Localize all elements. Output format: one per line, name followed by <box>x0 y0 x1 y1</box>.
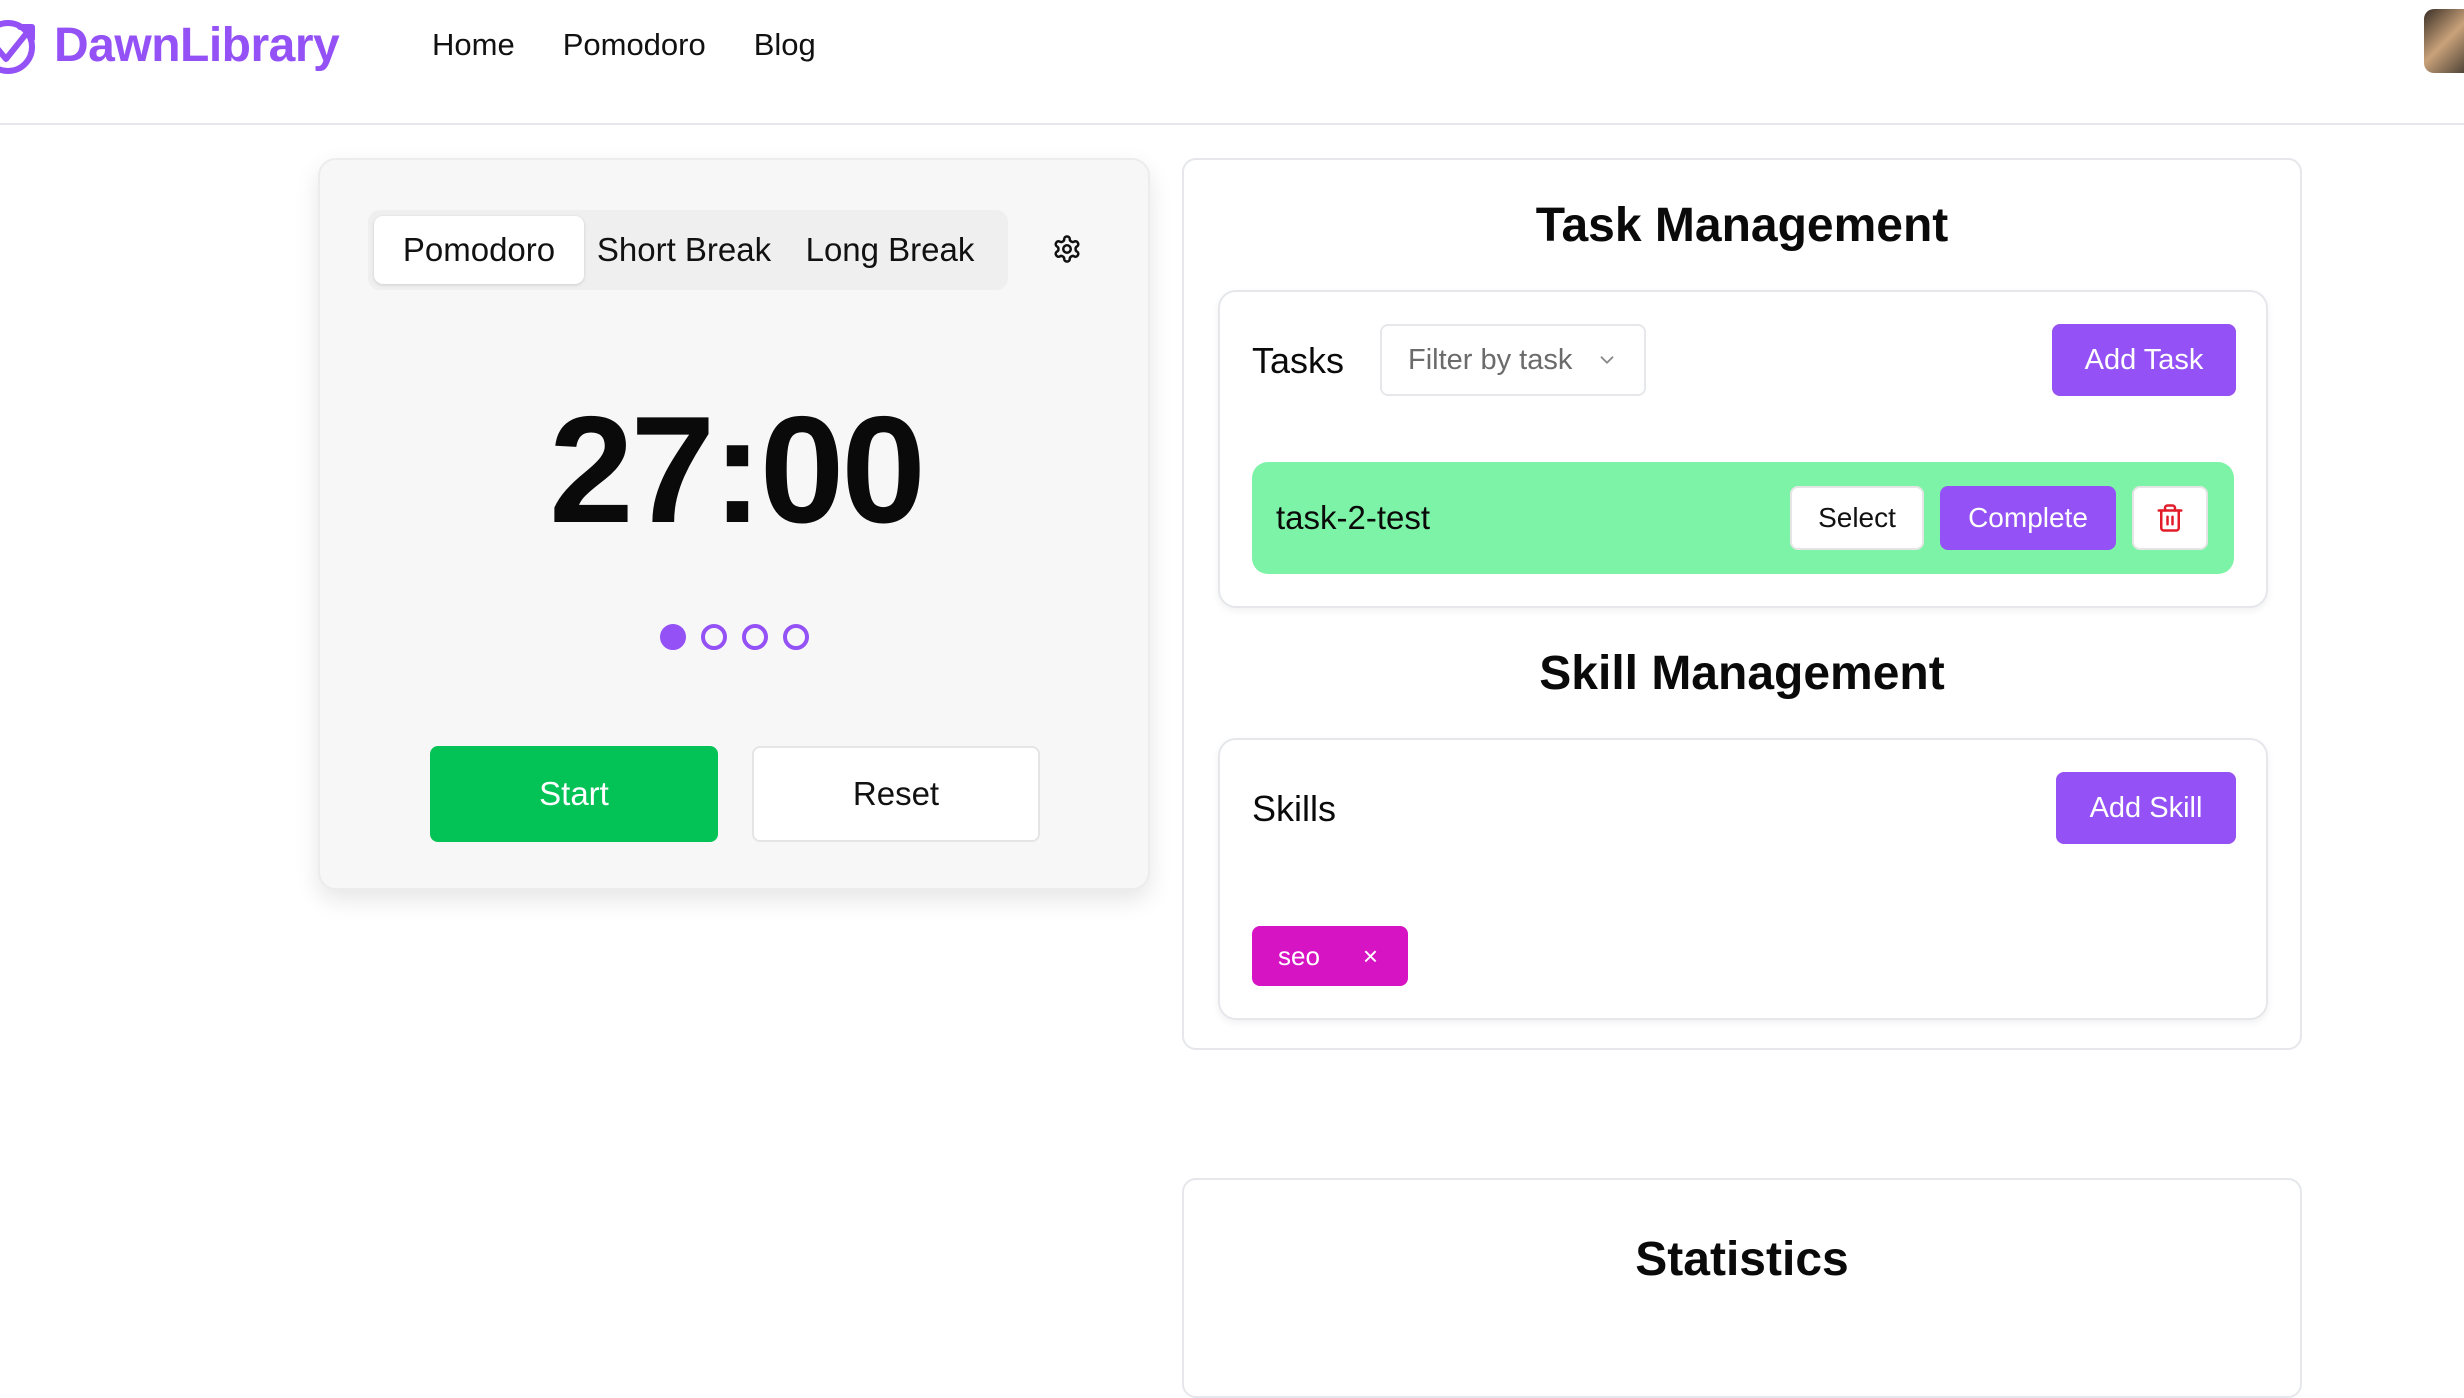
brand-name: DawnLibrary <box>54 18 340 72</box>
add-skill-button[interactable]: Add Skill <box>2056 772 2236 844</box>
skill-management-title: Skill Management <box>1539 647 1945 700</box>
task-row: task-2-test Select Complete <box>1252 462 2234 574</box>
clock-arrow-icon <box>0 20 35 74</box>
delete-task-button[interactable] <box>2132 486 2208 550</box>
management-panel: Task Management Tasks Filter by task Add… <box>1182 158 2302 1050</box>
skill-tag: seo × <box>1252 926 1408 986</box>
task-management-title: Task Management <box>1535 199 1949 252</box>
tasks-label: Tasks <box>1252 340 1345 381</box>
statistics-title: Statistics <box>1635 1233 1849 1286</box>
start-button[interactable]: Start <box>430 746 718 842</box>
tasks-card: Tasks Filter by task Add Task task-2-tes… <box>1218 290 2268 608</box>
task-name: task-2-test <box>1276 499 1431 536</box>
main-nav: Home Pomodoro Blog <box>432 22 816 68</box>
skills-label: Skills <box>1252 788 1337 829</box>
tab-pomodoro[interactable]: Pomodoro <box>374 216 584 284</box>
add-task-button[interactable]: Add Task <box>2052 324 2236 396</box>
timer-mode-tabs: Pomodoro Short Break Long Break <box>368 210 1008 290</box>
complete-task-button[interactable]: Complete <box>1940 486 2116 550</box>
reset-button[interactable]: Reset <box>752 746 1040 842</box>
task-filter-placeholder: Filter by task <box>1408 343 1573 376</box>
statistics-panel: Statistics <box>1182 1178 2302 1398</box>
pomodoro-timer-card: Pomodoro Short Break Long Break 27:00 St… <box>318 158 1150 890</box>
timer-settings-button[interactable] <box>1048 230 1086 268</box>
session-dot-empty <box>701 624 727 650</box>
nav-link-blog[interactable]: Blog <box>754 22 816 68</box>
top-nav-bar: DawnLibrary Home Pomodoro Blog <box>0 0 2464 125</box>
nav-link-pomodoro[interactable]: Pomodoro <box>563 22 706 68</box>
brand-logo-link[interactable]: DawnLibrary <box>0 0 340 90</box>
trash-icon <box>2157 504 2183 532</box>
session-dot-empty <box>742 624 768 650</box>
session-dot-filled <box>660 624 686 650</box>
skill-remove-button[interactable]: × <box>1363 926 1378 986</box>
chevron-down-icon <box>1600 356 1614 364</box>
skills-card: Skills Add Skill seo × <box>1218 738 2268 1020</box>
session-progress-dots <box>660 624 809 650</box>
session-dot-empty <box>783 624 809 650</box>
skill-tag-label: seo <box>1278 940 1320 971</box>
tab-short-break[interactable]: Short Break <box>590 216 778 284</box>
nav-link-home[interactable]: Home <box>432 22 515 68</box>
timer-countdown: 27:00 <box>549 385 926 555</box>
tab-long-break[interactable]: Long Break <box>778 216 1002 284</box>
gear-icon <box>1054 235 1080 263</box>
task-filter-select[interactable]: Filter by task <box>1380 324 1646 396</box>
user-avatar[interactable] <box>2424 9 2464 73</box>
select-task-button[interactable]: Select <box>1790 486 1924 550</box>
